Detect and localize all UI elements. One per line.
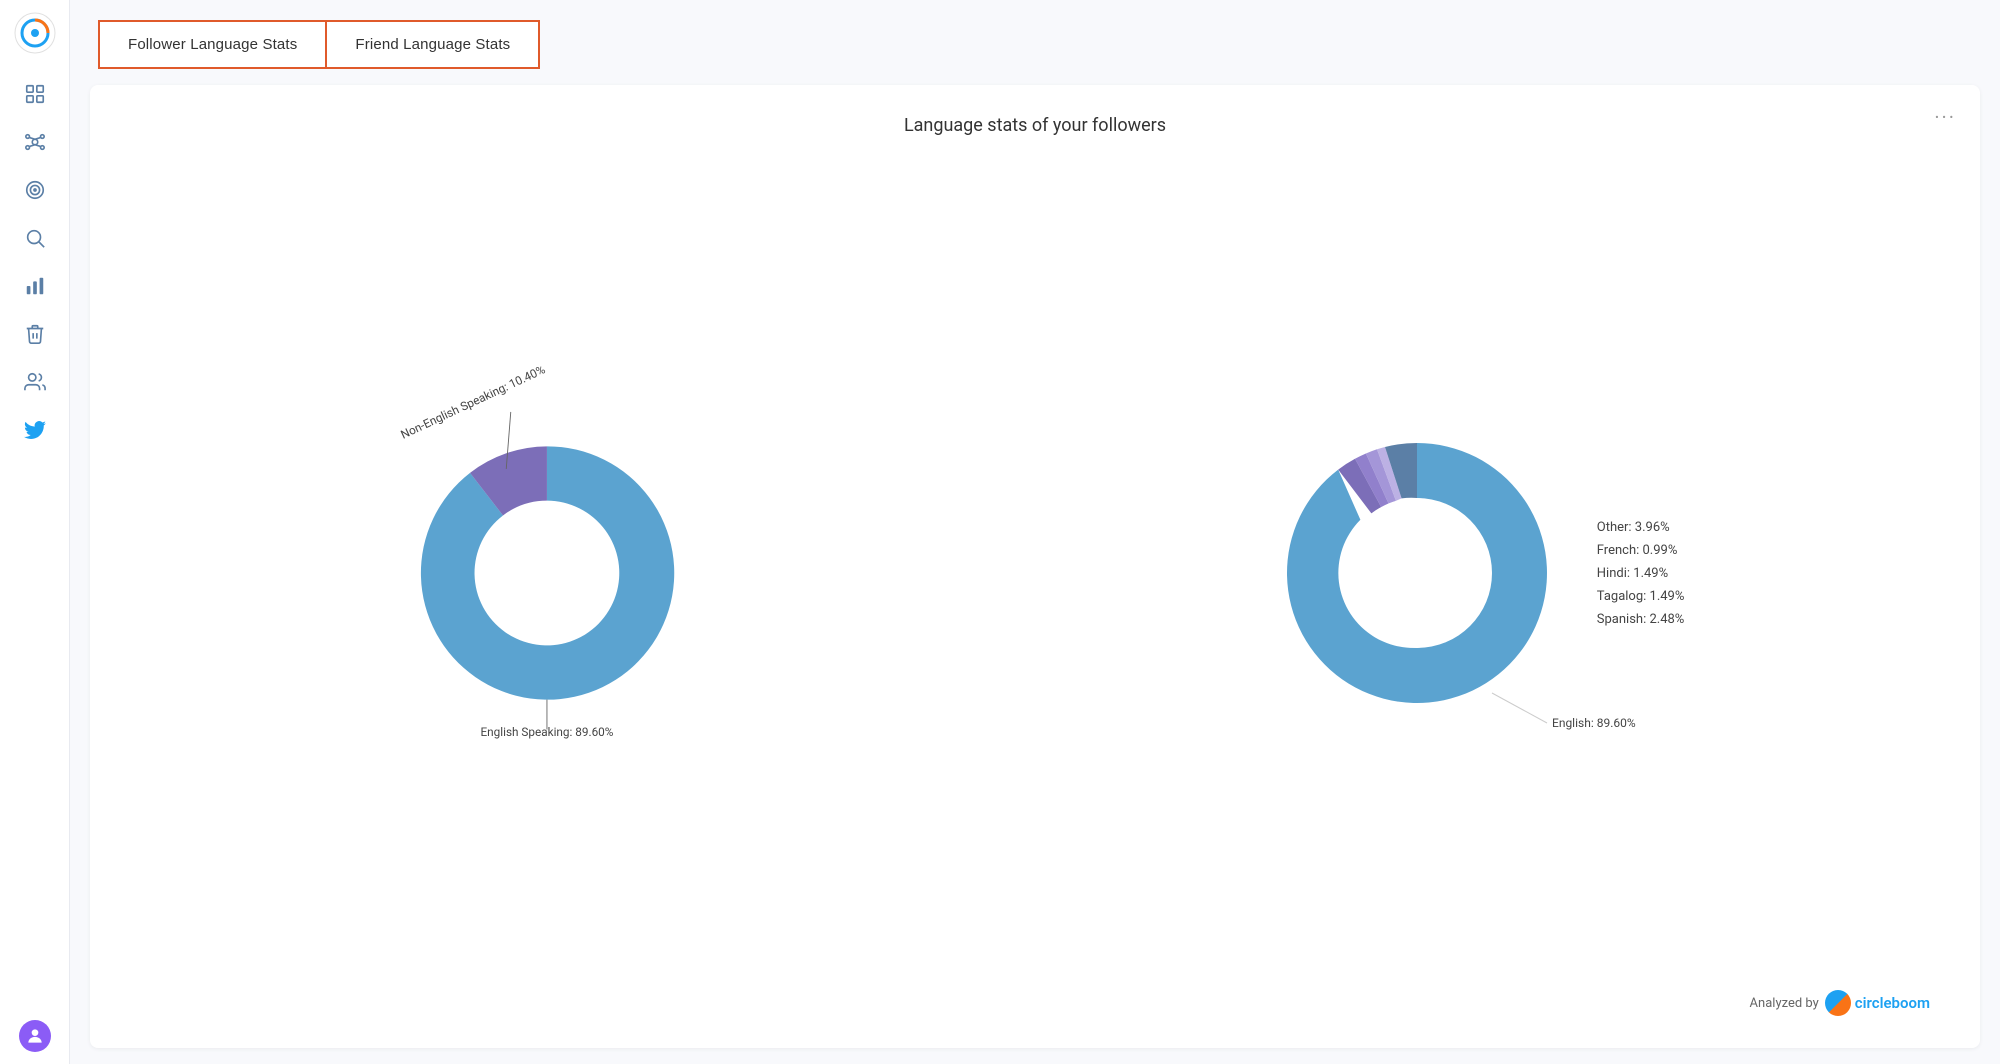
charts-row: Non-English Speaking: 10.40% English Spe… (130, 156, 1940, 990)
sidebar-item-analytics[interactable] (15, 266, 55, 306)
chart-card: Language stats of your followers ··· (90, 85, 1980, 1048)
sidebar-item-dashboard[interactable] (15, 74, 55, 114)
analyzed-by-text: Analyzed by (1750, 996, 1819, 1011)
english-segment (421, 446, 674, 699)
circleboom-logo: circleboom (1825, 990, 1930, 1016)
donut-hole (1342, 498, 1492, 648)
legend-other: Other: 3.96% (1597, 520, 1685, 535)
chart-title: Language stats of your followers (130, 115, 1940, 136)
app-logo[interactable] (14, 12, 56, 54)
sidebar-item-delete[interactable] (15, 314, 55, 354)
tab-friend-language[interactable]: Friend Language Stats (326, 20, 540, 69)
sidebar (0, 0, 70, 1064)
brand-footer: Analyzed by circleboom (130, 990, 1940, 1028)
brand-circle-icon (1825, 990, 1851, 1016)
right-chart-wrap: English: 89.60% Other: 3.96% French: 0.9… (1257, 393, 1685, 753)
right-donut-chart: English: 89.60% (1257, 393, 1577, 753)
english-pct-label: English: 89.60% (1552, 716, 1636, 730)
tabs-bar: Follower Language Stats Friend Language … (70, 0, 2000, 69)
sidebar-item-users[interactable] (15, 362, 55, 402)
sidebar-item-network[interactable] (15, 122, 55, 162)
legend-french: French: 0.99% (1597, 543, 1685, 558)
more-options-button[interactable]: ··· (1934, 105, 1956, 129)
sidebar-item-twitter[interactable] (15, 410, 55, 450)
non-english-label: Non-English Speaking: 10.40% (398, 362, 547, 442)
sidebar-item-target[interactable] (15, 170, 55, 210)
tab-follower-language[interactable]: Follower Language Stats (98, 20, 326, 69)
left-donut-chart: Non-English Speaking: 10.40% English Spe… (386, 383, 726, 763)
right-chart-legend: Other: 3.96% French: 0.99% Hindi: 1.49% … (1597, 520, 1685, 627)
main-content: Follower Language Stats Friend Language … (70, 0, 2000, 1064)
legend-tagalog: Tagalog: 1.49% (1597, 589, 1685, 604)
sidebar-bottom (19, 1020, 51, 1052)
legend-spanish: Spanish: 2.48% (1597, 612, 1685, 627)
brand-name: circleboom (1855, 994, 1930, 1012)
user-avatar[interactable] (19, 1020, 51, 1052)
sidebar-item-search[interactable] (15, 218, 55, 258)
legend-hindi: Hindi: 1.49% (1597, 566, 1685, 581)
